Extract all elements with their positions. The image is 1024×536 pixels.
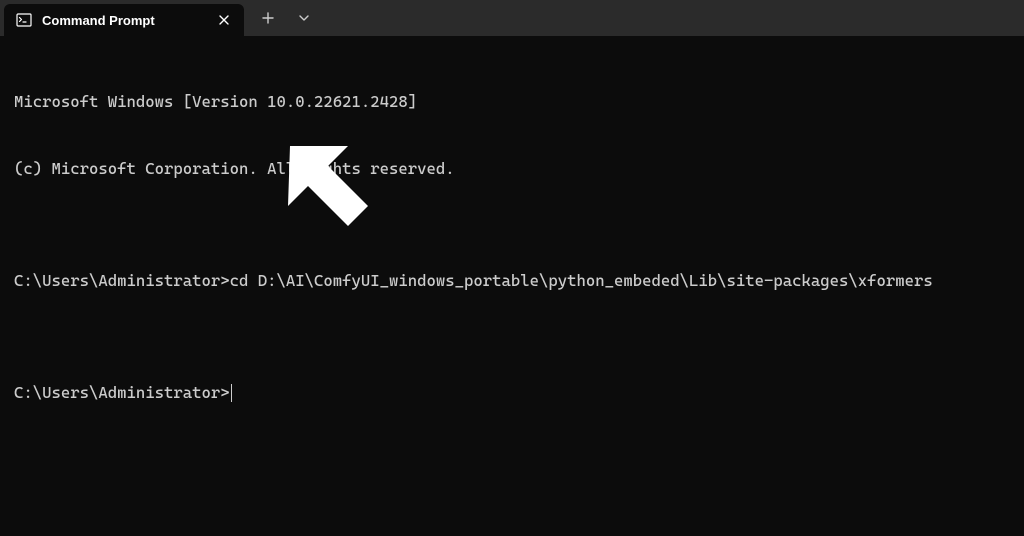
prompt-path: C:\Users\Administrator> [14,382,230,404]
close-tab-button[interactable] [214,10,234,30]
window-titlebar: Command Prompt [0,0,1024,36]
text-cursor [231,384,233,402]
copyright-line: (c) Microsoft Corporation. All rights re… [14,158,1010,180]
current-prompt-line: C:\Users\Administrator> [14,382,1010,404]
command-line-1: C:\Users\Administrator>cd D:\AI\ComfyUI_… [14,270,1010,292]
command-text: cd D:\AI\ComfyUI_windows_portable\python… [230,271,933,290]
tab-dropdown-button[interactable] [288,4,320,32]
version-line: Microsoft Windows [Version 10.0.22621.24… [14,91,1010,113]
tab-command-prompt[interactable]: Command Prompt [4,4,244,36]
cmd-icon [16,12,32,28]
terminal-output[interactable]: Microsoft Windows [Version 10.0.22621.24… [0,36,1024,437]
new-tab-button[interactable] [252,4,284,32]
tab-title: Command Prompt [42,13,204,28]
titlebar-actions [244,0,320,36]
prompt-path: C:\Users\Administrator> [14,271,230,290]
